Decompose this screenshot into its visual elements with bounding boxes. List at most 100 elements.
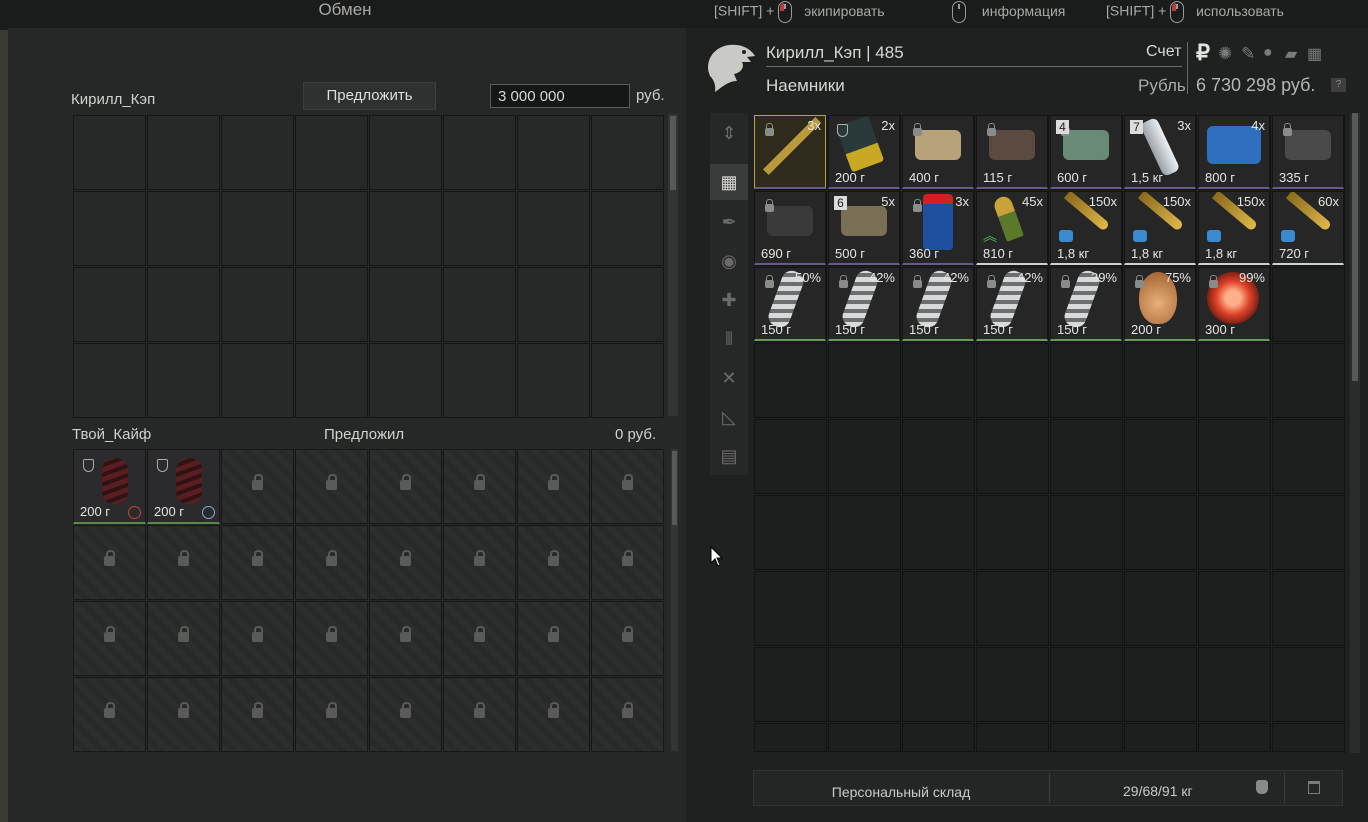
grid-cell[interactable] (147, 191, 220, 266)
spiral-item[interactable]: 42% 150 г (828, 267, 900, 341)
inventory-cell[interactable] (754, 647, 827, 722)
inventory-cell[interactable] (976, 343, 1049, 418)
inventory-cell[interactable] (1050, 723, 1123, 752)
bandage-item[interactable]: 6 5x 500 г (828, 191, 900, 265)
gear-icon[interactable]: ✺ (1218, 44, 1232, 64)
inventory-scrollbar[interactable] (1350, 113, 1360, 753)
grid-cell[interactable] (591, 449, 664, 524)
grid-cell[interactable] (517, 191, 590, 266)
grid-cell[interactable] (147, 267, 220, 342)
inventory-cell[interactable] (1272, 571, 1345, 646)
inventory-cell[interactable] (1124, 723, 1197, 752)
weapon-icon[interactable]: ✒ (710, 204, 748, 240)
offer-button[interactable]: Предложить (303, 82, 436, 110)
inventory-cell[interactable] (1198, 343, 1271, 418)
grid-cell[interactable]: 200 г (73, 449, 146, 524)
ruble-icon[interactable]: ₽ (1196, 40, 1210, 66)
grid-cell[interactable] (591, 191, 664, 266)
inventory-cell[interactable] (754, 495, 827, 570)
grid-cell[interactable] (221, 115, 294, 190)
tools-category-icon[interactable]: ✕ (710, 360, 748, 396)
trash-icon[interactable] (1308, 781, 1320, 794)
grid-cell[interactable] (443, 601, 516, 676)
grid-cell[interactable] (443, 267, 516, 342)
inventory-cell[interactable] (1272, 419, 1345, 494)
grid-cell[interactable] (591, 343, 664, 418)
grid-cell[interactable] (221, 677, 294, 752)
grid-cell[interactable] (443, 191, 516, 266)
medical-icon[interactable]: ✚ (710, 282, 748, 318)
device-item[interactable]: 4 600 г (1050, 115, 1122, 189)
inventory-cell[interactable] (976, 419, 1049, 494)
grid-cell[interactable] (221, 191, 294, 266)
medkit-item[interactable]: 4x 800 г (1198, 115, 1270, 189)
grid-cell[interactable] (369, 449, 442, 524)
grid-cell[interactable] (517, 343, 590, 418)
grid-cell[interactable] (221, 267, 294, 342)
inventory-cell[interactable] (754, 571, 827, 646)
inventory-cell[interactable] (1050, 495, 1123, 570)
inventory-cell[interactable] (1050, 419, 1123, 494)
grid-cell[interactable] (147, 115, 220, 190)
knife-icon[interactable]: ✎ (1241, 44, 1255, 64)
money-input[interactable]: 3 000 000 (490, 84, 630, 108)
inventory-cell[interactable] (1198, 419, 1271, 494)
grid-cell[interactable] (221, 343, 294, 418)
inventory-cell[interactable] (1124, 343, 1197, 418)
grid-cell[interactable] (295, 191, 368, 266)
grid-cell[interactable] (517, 525, 590, 600)
inventory-cell[interactable] (828, 723, 901, 752)
inventory-cell[interactable] (902, 419, 975, 494)
inventory-cell[interactable] (828, 647, 901, 722)
grid-cell[interactable] (443, 677, 516, 752)
grid-view-icon[interactable]: ▦ (710, 164, 748, 200)
grid-cell[interactable] (295, 677, 368, 752)
bullet-item[interactable]: 150x 1,8 кг (1124, 191, 1196, 265)
grid-cell[interactable] (517, 601, 590, 676)
inventory-cell[interactable] (976, 495, 1049, 570)
blueprint-icon[interactable]: ◺ (710, 399, 748, 435)
storage-tab[interactable]: Персональный склад (753, 770, 1049, 806)
gear-category-icon[interactable]: ◉ (710, 243, 748, 279)
inventory-cell[interactable] (828, 495, 901, 570)
grid-cell[interactable] (147, 525, 220, 600)
inventory-cell[interactable] (828, 343, 901, 418)
keycard-item[interactable]: 2x 200 г (828, 115, 900, 189)
inventory-cell[interactable] (1272, 723, 1345, 752)
grid-cell[interactable] (517, 449, 590, 524)
grid-cell[interactable] (517, 267, 590, 342)
inventory-cell[interactable] (1272, 495, 1345, 570)
compass-icon[interactable]: ● (1263, 44, 1273, 62)
grid-cell[interactable] (221, 525, 294, 600)
sort-icon[interactable]: ⇕ (710, 115, 748, 151)
inventory-cell[interactable] (902, 723, 975, 752)
grid-cell[interactable] (443, 525, 516, 600)
grid-cell[interactable] (369, 677, 442, 752)
grid-cell[interactable] (369, 115, 442, 190)
rifle-item[interactable]: 3x (754, 115, 826, 189)
grid-cell[interactable] (73, 267, 146, 342)
inventory-cell[interactable] (1124, 647, 1197, 722)
spiral-item[interactable]: 39% 150 г (1050, 267, 1122, 341)
container-icon[interactable]: ▤ (710, 438, 748, 474)
inventory-cell[interactable] (1272, 343, 1345, 418)
suppressor-item[interactable]: 400 г (902, 115, 974, 189)
sight-item[interactable]: 335 г (1272, 115, 1344, 189)
inventory-cell[interactable] (1198, 647, 1271, 722)
grid-cell[interactable] (591, 601, 664, 676)
grid-cell[interactable] (295, 115, 368, 190)
onion-item[interactable]: 75% 200 г (1124, 267, 1196, 341)
grid-cell[interactable] (517, 677, 590, 752)
inventory-cell[interactable] (902, 647, 975, 722)
grid-cell[interactable] (295, 449, 368, 524)
inventory-cell[interactable] (902, 571, 975, 646)
inventory-cell[interactable] (828, 419, 901, 494)
inventory-cell[interactable] (976, 723, 1049, 752)
inventory-cell[interactable] (1050, 571, 1123, 646)
grid-cell[interactable] (295, 601, 368, 676)
grid-cell[interactable] (73, 115, 146, 190)
ammo-icon[interactable]: ⫴ (710, 321, 748, 357)
inventory-cell[interactable] (1124, 571, 1197, 646)
help-button[interactable]: ? (1331, 78, 1346, 92)
scroll-thumb[interactable] (672, 451, 677, 525)
